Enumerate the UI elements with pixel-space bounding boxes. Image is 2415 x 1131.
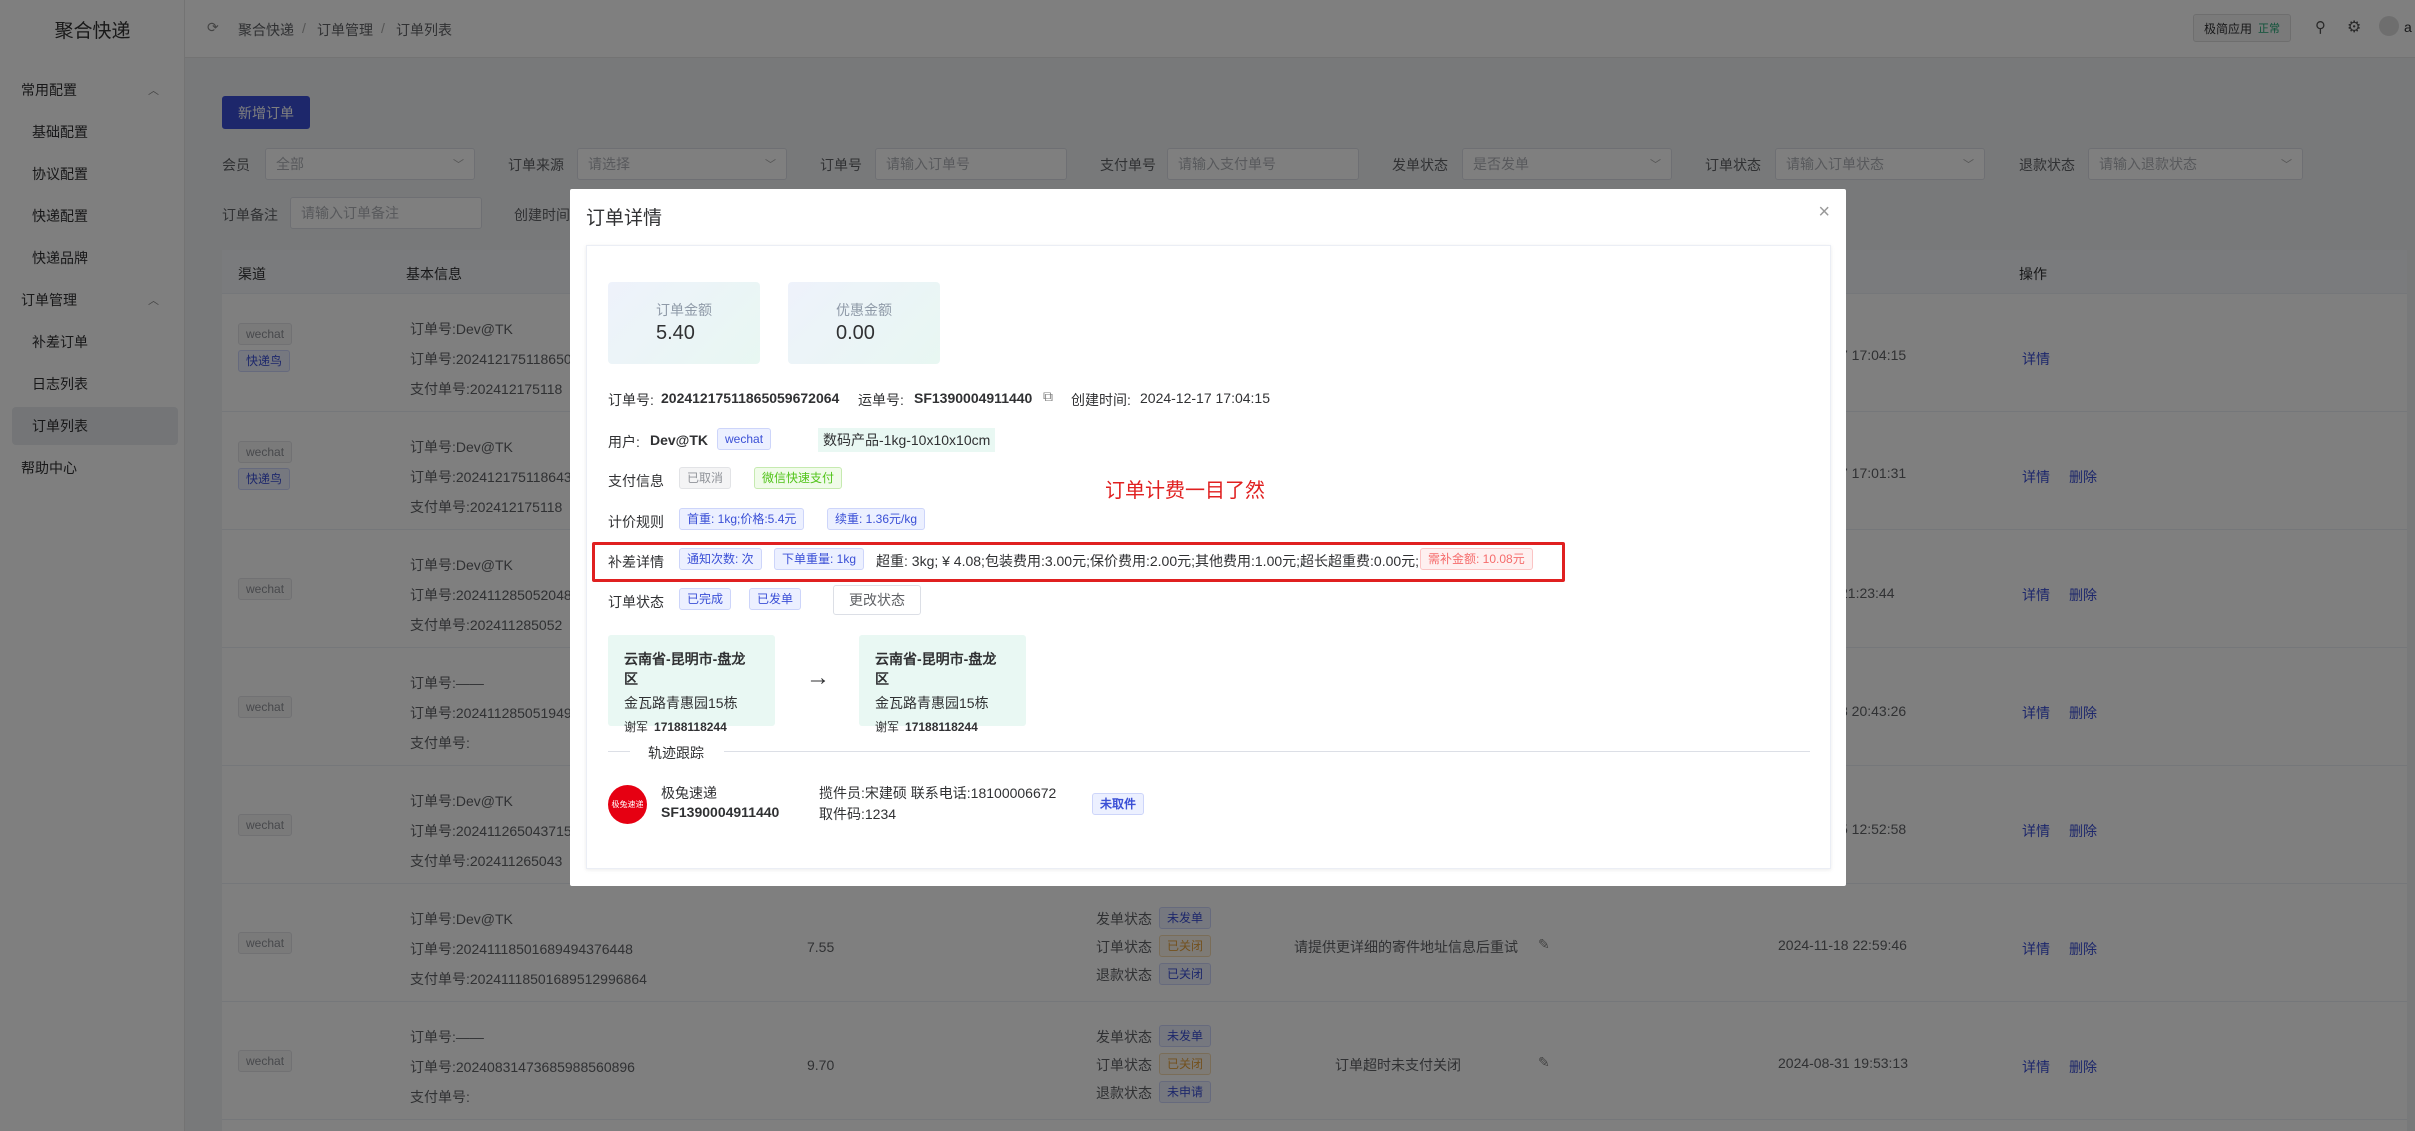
- order-no-label: 订单号:: [608, 392, 654, 408]
- waybill-value: SF1390004911440: [914, 390, 1033, 406]
- discount-amount-card: 优惠金额 0.00: [788, 282, 940, 364]
- detail-panel: 订单金额 5.40 优惠金额 0.00 订单号: 202412175118650…: [586, 245, 1831, 869]
- arrow-right-icon: →: [806, 664, 830, 691]
- receiver-contact: 谢军 17188118244: [875, 718, 1010, 735]
- user-label: 用户:: [608, 434, 640, 450]
- user-channel-tag: wechat: [717, 428, 772, 450]
- discount-amount-value: 0.00: [836, 322, 875, 344]
- order-amount-value: 5.40: [656, 322, 695, 344]
- pricing-label: 计价规则: [608, 514, 664, 530]
- pricing-first-weight-tag: 首重: 1kg;价格:5.4元: [679, 508, 805, 530]
- supplement-due-tag: 需补金额: 10.08元: [1420, 548, 1533, 570]
- receiver-street: 金瓦路青惠园15栋: [875, 695, 989, 711]
- discount-amount-label: 优惠金额: [836, 302, 892, 318]
- receiver-region: 云南省-昆明市-盘龙区: [875, 651, 997, 687]
- pickup-status-tag: 未取件: [1092, 793, 1145, 815]
- pay-status-tag: 已取消: [679, 467, 732, 489]
- sender-address-card: 云南省-昆明市-盘龙区 金瓦路青惠园15栋 谢军 17188118244: [608, 635, 775, 734]
- close-icon[interactable]: ×: [1818, 201, 1830, 224]
- receiver-phone: 17188118244: [905, 720, 978, 734]
- change-status-button[interactable]: 更改状态: [833, 585, 921, 615]
- pickup-code: 取件码:1234: [819, 806, 897, 822]
- divider: [608, 751, 630, 752]
- order-detail-dialog: 订单详情 × 订单金额 5.40 优惠金额 0.00 订单号: 20241217…: [570, 189, 1846, 886]
- receiver-address-card: 云南省-昆明市-盘龙区 金瓦路青惠园15栋 谢军 17188118244: [859, 635, 1026, 734]
- receiver-name: 谢军: [875, 720, 900, 734]
- created-label: 创建时间:: [1071, 392, 1131, 408]
- status-done-tag: 已完成: [679, 588, 732, 610]
- copy-icon[interactable]: ⧉: [1043, 388, 1053, 405]
- supplement-breakdown: 超重: 3kg; ¥ 4.08;包装费用:3.00元;保价费用:2.00元;其他…: [876, 553, 1420, 569]
- sender-street: 金瓦路青惠园15栋: [624, 695, 738, 711]
- created-value: 2024-12-17 17:04:15: [1140, 390, 1270, 406]
- collector-info: 揽件员:宋建硕 联系电话:18100006672: [819, 785, 1057, 801]
- supplement-label: 补差详情: [608, 554, 664, 570]
- sender-region: 云南省-昆明市-盘龙区: [624, 651, 746, 687]
- product-info: 数码产品-1kg-10x10x10cm: [818, 428, 996, 452]
- order-no-value: 20241217511865059672064: [661, 390, 840, 406]
- divider: [724, 751, 1810, 752]
- dialog-title: 订单详情: [586, 208, 663, 229]
- track-title: 轨迹跟踪: [648, 745, 704, 761]
- order-weight-tag: 下单重量: 1kg: [774, 548, 865, 570]
- order-status-label: 订单状态: [608, 594, 664, 610]
- user-value: Dev@TK: [650, 432, 708, 448]
- notify-count-tag: 通知次数: 次: [679, 548, 762, 570]
- pay-info-label: 支付信息: [608, 473, 664, 489]
- courier-waybill: SF1390004911440: [661, 804, 780, 820]
- pay-method-tag: 微信快速支付: [754, 467, 843, 489]
- pricing-extra-weight-tag: 续重: 1.36元/kg: [827, 508, 926, 530]
- courier-logo: 极兔速递: [608, 785, 647, 824]
- status-shipped-tag: 已发单: [749, 588, 802, 610]
- waybill-label: 运单号:: [858, 392, 904, 408]
- courier-name: 极兔速递: [661, 785, 717, 801]
- order-amount-card: 订单金额 5.40: [608, 282, 760, 364]
- sender-name: 谢军: [624, 720, 649, 734]
- order-amount-label: 订单金额: [656, 302, 712, 318]
- sender-phone: 17188118244: [654, 720, 727, 734]
- sender-contact: 谢军 17188118244: [624, 718, 759, 735]
- annotation-text: 订单计费一目了然: [1105, 480, 1265, 502]
